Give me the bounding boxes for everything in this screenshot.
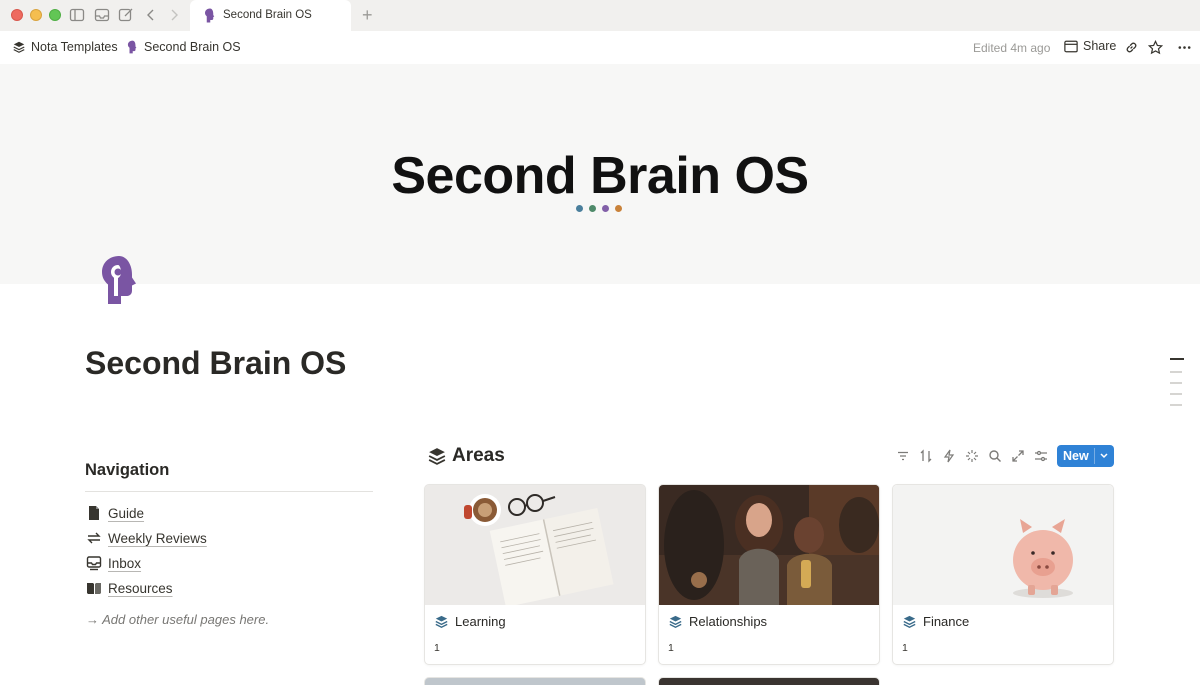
nav-item-label: Weekly Reviews <box>108 530 207 546</box>
layers-icon <box>435 615 448 628</box>
head-silhouette-icon <box>205 8 215 23</box>
nav-item-inbox[interactable]: Inbox <box>86 555 141 571</box>
filter-icon[interactable] <box>896 449 910 463</box>
sidebar-toggle-icon[interactable] <box>69 7 85 23</box>
cover-dots <box>576 205 622 212</box>
piggy-bank-photo <box>893 485 1113 605</box>
friends-laughing-photo <box>659 485 879 605</box>
toc-indicator-active[interactable] <box>1170 358 1184 360</box>
nav-item-label: Inbox <box>108 555 142 571</box>
breadcrumb-page-label: Second Brain OS <box>144 40 241 54</box>
nav-item-resources[interactable]: Resources <box>86 580 173 596</box>
books-icon <box>87 583 101 594</box>
zoom-window-button[interactable] <box>49 9 61 21</box>
repeat-icon <box>87 532 101 544</box>
card-count: 1 <box>668 642 674 654</box>
nav-item-label: Guide <box>108 505 145 521</box>
breadcrumb-workspace[interactable]: Nota Templates <box>13 40 118 54</box>
head-silhouette-icon[interactable] <box>98 254 140 306</box>
card-title: Relationships <box>669 614 767 629</box>
breadcrumb-workspace-label: Nota Templates <box>31 40 118 54</box>
layers-icon <box>428 448 446 465</box>
edited-timestamp: Edited 4m ago <box>973 41 1051 55</box>
page-title: Second Brain OS <box>85 345 347 381</box>
lightning-icon[interactable] <box>942 449 956 463</box>
link-icon[interactable] <box>1124 40 1139 55</box>
sort-icon[interactable] <box>919 449 933 463</box>
navigation-note: → Add other useful pages here. <box>86 612 270 627</box>
toc-indicator[interactable] <box>1170 404 1182 406</box>
area-card-partial[interactable] <box>658 677 880 685</box>
breadcrumb-page[interactable]: Second Brain OS <box>127 40 241 54</box>
search-icon[interactable] <box>988 449 1002 463</box>
nav-item-guide[interactable]: Guide <box>86 505 144 521</box>
toc-indicator[interactable] <box>1170 382 1182 384</box>
card-title-label: Learning <box>455 614 506 629</box>
toc-indicator[interactable] <box>1170 371 1182 373</box>
cover-dot <box>602 205 609 212</box>
areas-heading: Areas <box>428 445 505 467</box>
inbox-icon <box>86 556 102 571</box>
new-button[interactable]: New <box>1057 445 1114 467</box>
document-icon <box>89 506 99 520</box>
card-count: 1 <box>902 642 908 654</box>
tab-title: Second Brain OS <box>223 9 312 21</box>
card-title-label: Relationships <box>689 614 768 629</box>
page-cover: Second Brain OS <box>0 64 1200 284</box>
minimize-window-button[interactable] <box>30 9 42 21</box>
forward-arrow-icon[interactable] <box>166 7 182 23</box>
new-button-divider <box>1094 448 1095 464</box>
more-options-icon[interactable] <box>1177 40 1192 55</box>
cover-dot <box>615 205 622 212</box>
top-bar: Nota Templates Second Brain OS Edited 4m… <box>0 31 1200 64</box>
area-card-relationships[interactable]: Relationships 1 <box>658 484 880 665</box>
area-card-learning[interactable]: Learning 1 <box>424 484 646 665</box>
share-button[interactable]: Share <box>1064 39 1116 53</box>
nav-item-label: Resources <box>108 580 173 596</box>
navigation-divider <box>85 491 373 492</box>
areas-title: Areas <box>452 445 505 466</box>
navigation-heading: Navigation <box>85 461 170 479</box>
share-label: Share <box>1083 39 1117 53</box>
layers-icon <box>903 615 916 628</box>
sparkle-icon[interactable] <box>965 449 979 463</box>
browser-tab[interactable]: Second Brain OS <box>190 0 351 31</box>
toc-indicator[interactable] <box>1170 393 1182 395</box>
layers-icon <box>13 41 25 53</box>
card-count: 1 <box>434 642 440 654</box>
cover-title: Second Brain OS <box>391 147 809 205</box>
area-card-finance[interactable]: Finance 1 <box>892 484 1114 665</box>
star-icon[interactable] <box>1148 40 1163 55</box>
expand-icon[interactable] <box>1011 449 1025 463</box>
coffee-book-glasses-photo <box>425 485 645 605</box>
window-titlebar: Second Brain OS + <box>0 0 1200 31</box>
settings-icon[interactable] <box>1034 449 1048 463</box>
nav-item-weekly-reviews[interactable]: Weekly Reviews <box>86 530 207 546</box>
chevron-down-icon[interactable] <box>1099 449 1109 463</box>
new-tab-button[interactable]: + <box>362 6 373 24</box>
back-arrow-icon[interactable] <box>143 7 159 23</box>
card-title: Finance <box>903 614 969 629</box>
new-button-label: New <box>1063 449 1089 463</box>
head-silhouette-icon <box>127 40 137 54</box>
close-window-button[interactable] <box>11 9 23 21</box>
cover-dot <box>589 205 596 212</box>
card-title: Learning <box>435 614 506 629</box>
card-title-label: Finance <box>923 614 970 629</box>
share-window-icon <box>1064 40 1078 52</box>
inbox-tray-icon[interactable] <box>94 7 110 23</box>
layers-icon <box>669 615 682 628</box>
cover-dot <box>576 205 583 212</box>
new-page-icon[interactable] <box>118 7 134 23</box>
area-card-partial[interactable] <box>424 677 646 685</box>
